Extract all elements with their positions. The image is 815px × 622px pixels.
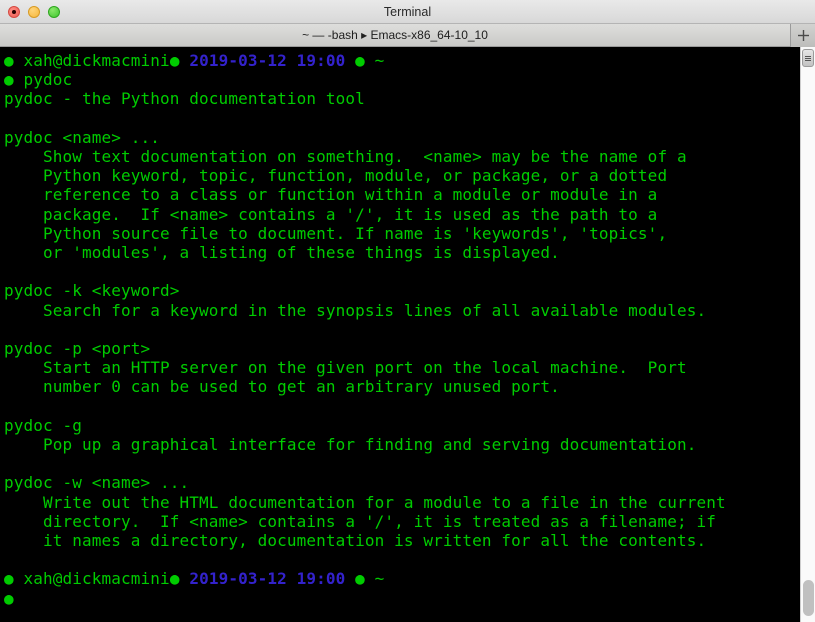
prompt-bullet-icon: ● xyxy=(4,588,14,608)
output-line: Python source file to document. If name … xyxy=(4,224,800,243)
output-line: Pop up a graphical interface for finding… xyxy=(4,435,800,454)
scrollbar-thumb-bottom[interactable] xyxy=(803,580,814,616)
maximize-button[interactable] xyxy=(48,5,60,18)
shell-prompt: ● xah@dickmacmini● 2019-03-12 19:00 ● ~ xyxy=(4,51,800,70)
output-line: reference to a class or function within … xyxy=(4,185,800,204)
output-line: pydoc - the Python documentation tool xyxy=(4,89,800,108)
output-line: pydoc <name> ... xyxy=(4,128,800,147)
terminal-screen[interactable]: ● xah@dickmacmini● 2019-03-12 19:00 ● ~ ●… xyxy=(0,47,800,622)
output-line: or 'modules', a listing of these things … xyxy=(4,243,800,262)
output-text: Pop up a graphical interface for finding… xyxy=(4,435,697,454)
output-text: Search for a keyword in the synopsis lin… xyxy=(4,300,707,320)
output-text: or 'modules', a listing of these things … xyxy=(4,243,560,263)
window-controls xyxy=(0,5,60,18)
output-line: it names a directory, documentation is w… xyxy=(4,531,800,550)
prompt-separator-icon: ● xyxy=(345,569,365,589)
output-line: Write out the HTML documentation for a m… xyxy=(4,493,800,512)
output-line: number 0 can be used to get an arbitrary… xyxy=(4,377,800,396)
output-line: Show text documentation on something. <n… xyxy=(4,147,800,166)
output-line: directory. If <name> contains a '/', it … xyxy=(4,512,800,531)
scrollbar-thumb-top[interactable] xyxy=(802,49,814,67)
prompt-datetime: 2019-03-12 19:00 xyxy=(179,569,346,589)
plus-icon xyxy=(797,29,809,41)
output-text: Show text documentation on something. <n… xyxy=(4,147,687,166)
output-text: pydoc -k <keyword> xyxy=(4,281,180,301)
prompt-bullet-icon: ● xyxy=(4,70,14,90)
output-text: Python source file to document. If name … xyxy=(4,223,668,243)
output-text: directory. If <name> contains a '/', it … xyxy=(4,511,716,531)
terminal-scrollbar[interactable] xyxy=(800,47,815,622)
prompt-separator-icon: ● xyxy=(169,569,180,589)
terminal-body: ● xah@dickmacmini● 2019-03-12 19:00 ● ~ ●… xyxy=(0,47,815,622)
prompt-separator-icon: ● xyxy=(169,51,180,70)
prompt-user-host: xah@dickmacmini xyxy=(13,569,170,589)
output-text: reference to a class or function within … xyxy=(4,185,658,205)
output-text: number 0 can be used to get an arbitrary… xyxy=(4,377,560,397)
tab-active[interactable]: ~ — -bash ▸ Emacs-x86_64-10_10 xyxy=(0,24,790,46)
close-button[interactable] xyxy=(8,5,20,18)
prompt-bullet-icon: ● xyxy=(4,569,14,589)
output-text: it names a directory, documentation is w… xyxy=(4,531,707,550)
output-line: pydoc -k <keyword> xyxy=(4,281,800,300)
output-line: pydoc -p <port> xyxy=(4,339,800,358)
title-bar: Terminal xyxy=(0,0,815,24)
output-text: pydoc -p <port> xyxy=(4,339,151,358)
output-text: pydoc <name> ... xyxy=(4,127,161,147)
terminal-window: Terminal ~ — -bash ▸ Emacs-x86_64-10_10 … xyxy=(0,0,815,622)
prompt-user-host: xah@dickmacmini xyxy=(13,51,170,70)
command-text: pydoc xyxy=(13,70,73,90)
output-line: Python keyword, topic, function, module,… xyxy=(4,166,800,185)
output-line: Search for a keyword in the synopsis lin… xyxy=(4,301,800,320)
prompt-separator-icon: ● xyxy=(345,51,365,70)
output-text: Write out the HTML documentation for a m… xyxy=(4,492,726,512)
output-text: pydoc - the Python documentation tool xyxy=(4,89,365,109)
output-text: Python keyword, topic, function, module,… xyxy=(4,166,668,186)
output-line: pydoc -g xyxy=(4,416,800,435)
output-text: package. If <name> contains a '/', it is… xyxy=(4,204,658,224)
output-line: pydoc -w <name> ... xyxy=(4,473,800,492)
prompt-datetime: 2019-03-12 19:00 xyxy=(179,51,346,70)
new-tab-button[interactable] xyxy=(790,23,815,47)
prompt-cwd: ~ xyxy=(364,569,385,589)
prompt-bullet-icon: ● xyxy=(4,51,14,70)
tab-bar: ~ — -bash ▸ Emacs-x86_64-10_10 xyxy=(0,23,815,47)
prompt-cwd: ~ xyxy=(364,51,385,70)
output-text: pydoc -g xyxy=(4,415,83,435)
output-line: package. If <name> contains a '/', it is… xyxy=(4,205,800,224)
window-title: Terminal xyxy=(383,4,432,19)
command-line: ● pydoc xyxy=(4,70,800,89)
shell-prompt: ● xah@dickmacmini● 2019-03-12 19:00 ● ~ xyxy=(4,569,800,588)
output-text: Start an HTTP server on the given port o… xyxy=(4,358,687,378)
output-line: Start an HTTP server on the given port o… xyxy=(4,358,800,377)
cursor-line: ● xyxy=(4,589,800,608)
output-text: pydoc -w <name> ... xyxy=(4,473,190,493)
minimize-button[interactable] xyxy=(28,5,40,18)
